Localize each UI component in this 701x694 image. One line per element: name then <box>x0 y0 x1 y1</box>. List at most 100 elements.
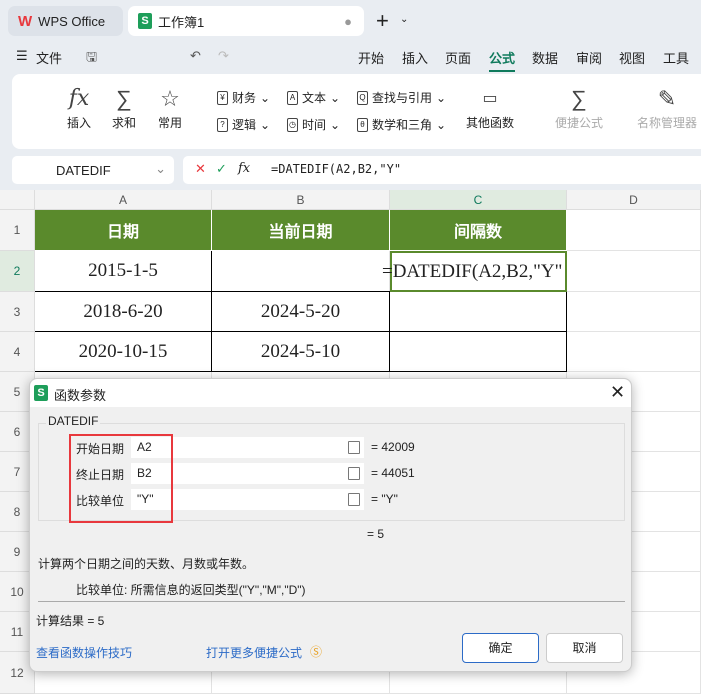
cell[interactable] <box>390 332 567 372</box>
formula-input[interactable]: =DATEDIF(A2,B2,"Y" <box>271 162 401 176</box>
insert-function-button[interactable]: fx 插入 <box>57 84 101 131</box>
sum-button[interactable]: ∑ 求和 <box>102 84 146 131</box>
arg-result: = 44051 <box>371 466 415 480</box>
argument-description: 比较单位: 所需信息的返回类型("Y","M","D") <box>76 583 306 597</box>
hamburger-icon[interactable]: ☰ <box>16 48 28 64</box>
column-header[interactable]: D <box>567 190 701 210</box>
label: 文本 <box>302 91 327 105</box>
chevron-down-icon[interactable]: ⌄ <box>155 161 166 177</box>
cell[interactable]: 2018-6-20 <box>35 292 212 332</box>
label: 便捷公式 <box>554 116 603 130</box>
new-tab-icon[interactable]: + <box>376 8 389 34</box>
menu-file[interactable]: 文件 <box>36 48 62 67</box>
name-manager-icon: ✎ <box>657 86 677 111</box>
other-functions-button[interactable]: ▭ 其他函数 <box>458 84 522 131</box>
text-icon: A <box>287 90 298 105</box>
finance-button[interactable]: ¥ 财务 ⌄ <box>217 89 270 106</box>
menu-page[interactable]: 页面 <box>445 48 471 67</box>
chevron-down-icon[interactable]: ⌄ <box>400 14 408 25</box>
more-formulas-link[interactable]: 打开更多便捷公式 <box>206 644 302 661</box>
function-tips-link[interactable]: 查看函数操作技巧 <box>36 644 132 661</box>
label: 求和 <box>111 116 136 130</box>
quick-formula-button[interactable]: ∑ 便捷公式 <box>547 84 611 131</box>
cell-reference-icon[interactable] <box>348 493 360 506</box>
ok-button[interactable]: 确定 <box>462 633 539 663</box>
formula-bar[interactable]: ✕ ✓ fx =DATEDIF(A2,B2,"Y" <box>183 156 701 184</box>
text-button[interactable]: A 文本 ⌄ <box>287 89 340 106</box>
logic-icon: ? <box>217 117 228 132</box>
header-cell[interactable]: 当前日期 <box>212 210 390 251</box>
cell[interactable]: 2024-5-20 <box>212 292 390 332</box>
label: 查找与引用 <box>372 91 433 105</box>
cell-reference-icon[interactable] <box>348 441 360 454</box>
star-icon: ☆ <box>160 86 180 111</box>
sheet-icon: S <box>34 385 48 401</box>
column-header[interactable]: C <box>390 190 567 210</box>
tab-workbook[interactable]: S 工作簿1 ● <box>128 6 364 36</box>
function-name: DATEDIF <box>46 414 101 428</box>
fx-icon: fx <box>68 86 90 111</box>
name-box[interactable]: DATEDIF ⌄ <box>12 156 174 184</box>
name-manager-button[interactable]: ✎ 名称管理器 <box>632 84 701 131</box>
cell[interactable] <box>212 251 390 292</box>
function-arguments-dialog: S 函数参数 ✕ DATEDIF 开始日期 A2 = 42009 终止日期 B2 … <box>29 378 632 672</box>
row-header[interactable]: 3 <box>0 292 35 332</box>
divider <box>38 601 625 602</box>
arg-result: = "Y" <box>371 492 398 506</box>
time-button[interactable]: ◷ 时间 ⌄ <box>287 116 340 133</box>
active-cell[interactable]: =DATEDIF(A2,B2,"Y" <box>382 251 567 292</box>
clock-icon: ◷ <box>287 117 298 132</box>
menu-data[interactable]: 数据 <box>532 48 558 67</box>
row-header[interactable]: 1 <box>0 210 35 251</box>
cell[interactable]: 2024-5-10 <box>212 332 390 372</box>
tab-wps-office[interactable]: W WPS Office <box>8 6 123 36</box>
label: 时间 <box>302 118 327 132</box>
cell[interactable]: 2020-10-15 <box>35 332 212 372</box>
cell-reference-icon[interactable] <box>348 467 360 480</box>
cell[interactable] <box>390 292 567 332</box>
header-cell[interactable]: 间隔数 <box>390 210 567 251</box>
row-header[interactable]: 4 <box>0 332 35 372</box>
label: 数学和三角 <box>372 118 433 132</box>
header-cell[interactable]: 日期 <box>35 210 212 251</box>
label: 常用 <box>157 116 182 130</box>
redo-icon[interactable]: ↷ <box>218 48 229 64</box>
menu-tools[interactable]: 工具 <box>663 48 689 67</box>
close-icon[interactable]: ✕ <box>610 382 625 403</box>
sigma-icon: ∑ <box>116 86 132 111</box>
logic-button[interactable]: ? 逻辑 ⌄ <box>217 116 270 133</box>
calc-result: 计算结果 = 5 <box>36 614 105 628</box>
undo-icon[interactable]: ↶ <box>190 48 201 64</box>
highlight-box <box>69 434 173 523</box>
finance-icon: ¥ <box>217 90 228 105</box>
tab-label: 工作簿1 <box>158 14 205 30</box>
select-all[interactable] <box>0 190 35 210</box>
column-header[interactable]: A <box>35 190 212 210</box>
save-icon[interactable]: 🖫 <box>86 48 97 70</box>
fx-icon[interactable]: fx <box>238 161 250 176</box>
dialog-title: 函数参数 <box>54 388 107 403</box>
math-button[interactable]: θ 数学和三角 ⌄ <box>357 116 446 133</box>
confirm-icon[interactable]: ✓ <box>216 161 227 177</box>
menu-insert[interactable]: 插入 <box>402 48 428 67</box>
common-button[interactable]: ☆ 常用 <box>148 84 192 131</box>
menu-view[interactable]: 视图 <box>619 48 645 67</box>
tab-label: WPS Office <box>38 13 106 29</box>
cancel-button[interactable]: 取消 <box>546 633 623 663</box>
wps-logo-icon: W <box>18 12 33 30</box>
menu-review[interactable]: 审阅 <box>576 48 602 67</box>
sheet-icon: S <box>138 13 152 29</box>
lookup-button[interactable]: Q 查找与引用 ⌄ <box>357 89 446 106</box>
label: 财务 <box>232 91 257 105</box>
column-header[interactable]: B <box>212 190 390 210</box>
label: 名称管理器 <box>636 116 697 130</box>
lookup-icon: Q <box>357 90 368 105</box>
label: 其他函数 <box>465 116 514 130</box>
math-icon: θ <box>357 117 368 132</box>
menu-start[interactable]: 开始 <box>358 48 384 67</box>
menu-formula[interactable]: 公式 <box>489 48 516 72</box>
row-header[interactable]: 2 <box>0 251 35 292</box>
cell[interactable]: 2015-1-5 <box>35 251 212 292</box>
label: 插入 <box>66 116 91 130</box>
cancel-icon[interactable]: ✕ <box>195 161 206 177</box>
